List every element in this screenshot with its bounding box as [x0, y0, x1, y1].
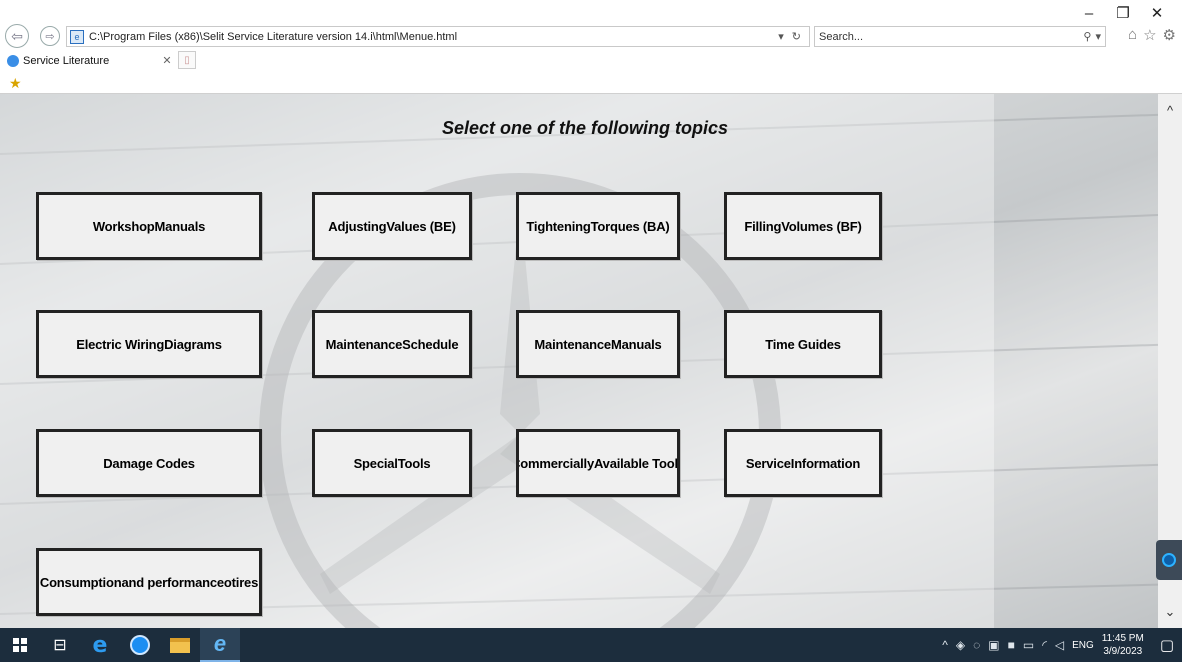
topic-button-consumption-performance-tires[interactable]: Consumptionand performanceotires	[36, 548, 262, 616]
arrow-right-icon: ⇨	[45, 30, 55, 43]
tray-badge-icon[interactable]: ■	[1008, 638, 1015, 652]
tab-strip: Service Literature ✕ ▯	[0, 50, 1182, 70]
topic-button-adjusting-values[interactable]: AdjustingValues (BE)	[312, 192, 472, 260]
gear-icon[interactable]: ⚙	[1163, 26, 1176, 44]
window-controls: – ❐ ✕	[1072, 2, 1174, 24]
chevron-up-icon[interactable]: ^	[942, 638, 948, 652]
teamviewer-icon	[1162, 553, 1176, 567]
page-title: Select one of the following topics	[441, 118, 728, 138]
topic-button-time-guides[interactable]: Time Guides	[724, 310, 882, 378]
volume-icon[interactable]: ◁	[1055, 638, 1064, 652]
topic-button-workshop-manuals[interactable]: WorkshopManuals	[36, 192, 262, 260]
topic-button-filling-volumes[interactable]: FillingVolumes (BF)	[724, 192, 882, 260]
favorites-bar: ★	[0, 70, 1182, 94]
notification-icon[interactable]: ▢	[1160, 636, 1174, 654]
system-tray: ^ ◈ ◌ ▣ ■ ▭ ◜ ◁ ENG 11:45 PM 3/9/2023 ▢	[942, 628, 1182, 662]
address-text[interactable]: C:\Program Files (x86)\Selit Service Lit…	[89, 31, 778, 43]
search-input[interactable]	[815, 30, 1084, 43]
windows-logo-icon	[13, 638, 27, 652]
taskbar-edge[interactable]: e	[80, 628, 120, 662]
teamviewer-panel-handle[interactable]	[1156, 540, 1182, 580]
topic-button-special-tools[interactable]: SpecialTools	[312, 429, 472, 497]
topic-button-maintenance-manuals[interactable]: MaintenanceManuals	[516, 310, 680, 378]
chevron-down-icon[interactable]: ⌄	[1158, 602, 1182, 622]
new-tab-button[interactable]: ▯	[178, 51, 196, 69]
teamviewer-app-icon	[130, 635, 150, 655]
tray-lock-icon[interactable]: ▣	[988, 638, 999, 652]
arrow-left-icon: ⇦	[11, 27, 23, 44]
clock-date: 3/9/2023	[1103, 646, 1143, 657]
address-bar[interactable]: e C:\Program Files (x86)\Selit Service L…	[66, 26, 810, 47]
task-view-button[interactable]: ⊟	[40, 628, 80, 662]
navigation-bar: ⇦ ⇨ e C:\Program Files (x86)\Selit Servi…	[0, 24, 1182, 50]
taskbar-internet-explorer[interactable]: e	[200, 628, 240, 662]
back-button[interactable]: ⇦	[5, 24, 29, 48]
tab-service-literature[interactable]: Service Literature ✕	[4, 51, 174, 70]
taskbar-teamviewer[interactable]	[120, 628, 160, 662]
restore-button[interactable]: ❐	[1106, 2, 1140, 24]
windows-taskbar: ⊟ e e ^ ◈ ◌ ▣ ■ ▭ ◜ ◁ ENG 11:45 PM 3/9/2…	[0, 628, 1182, 662]
topic-button-maintenance-schedule[interactable]: MaintenanceSchedule	[312, 310, 472, 378]
dropdown-icon[interactable]: ▾	[778, 30, 784, 43]
right-margin-panel	[994, 94, 1158, 628]
add-favorites-icon[interactable]: ★	[9, 75, 22, 92]
search-icon[interactable]: ⚲	[1083, 30, 1091, 43]
home-icon[interactable]: ⌂	[1128, 26, 1137, 44]
topic-button-electric-wiring-diagrams[interactable]: Electric WiringDiagrams	[36, 310, 262, 378]
folder-icon	[170, 637, 190, 653]
start-button[interactable]	[0, 628, 40, 662]
ie-tab-icon	[7, 54, 19, 67]
tray-sync-icon[interactable]: ◌	[973, 638, 980, 652]
search-dropdown-icon[interactable]: ▾	[1095, 30, 1101, 43]
forward-button[interactable]: ⇨	[40, 26, 60, 46]
browser-chrome: – ❐ ✕ ⇦ ⇨ e C:\Program Files (x86)\Selit…	[0, 0, 1182, 94]
task-view-icon: ⊟	[53, 637, 67, 654]
favorites-star-icon[interactable]: ☆	[1143, 26, 1156, 44]
new-tab-icon: ▯	[184, 54, 190, 66]
minimize-button[interactable]: –	[1072, 2, 1106, 24]
search-box[interactable]: ⚲ ▾	[814, 26, 1106, 47]
topic-button-commercially-available-tools[interactable]: CommerciallyAvailable Tools	[516, 429, 680, 497]
edge-icon: e	[92, 632, 108, 658]
topic-button-service-information[interactable]: ServiceInformation	[724, 429, 882, 497]
wifi-icon[interactable]: ◜	[1042, 638, 1047, 652]
refresh-icon[interactable]: ↻	[792, 30, 801, 43]
page-viewport: Select one of the following topics Works…	[0, 94, 1182, 628]
chevron-up-icon[interactable]: ^	[1158, 100, 1182, 120]
taskbar-file-explorer[interactable]	[160, 628, 200, 662]
topic-button-tightening-torques[interactable]: TighteningTorques (BA)	[516, 192, 680, 260]
browser-toolbar-icons: ⌂ ☆ ⚙	[1128, 26, 1176, 44]
clock-time: 11:45 PM	[1101, 633, 1144, 644]
internet-explorer-icon: e	[213, 631, 227, 656]
tab-label: Service Literature	[23, 54, 110, 67]
language-indicator[interactable]: ENG	[1072, 640, 1094, 651]
battery-icon[interactable]: ▭	[1023, 638, 1034, 652]
tray-app-icon[interactable]: ◈	[956, 638, 965, 652]
ie-page-icon: e	[70, 29, 84, 44]
topic-button-damage-codes[interactable]: Damage Codes	[36, 429, 262, 497]
close-tab-icon[interactable]: ✕	[160, 54, 174, 67]
clock[interactable]: 11:45 PM 3/9/2023	[1102, 632, 1144, 658]
close-button[interactable]: ✕	[1140, 2, 1174, 24]
